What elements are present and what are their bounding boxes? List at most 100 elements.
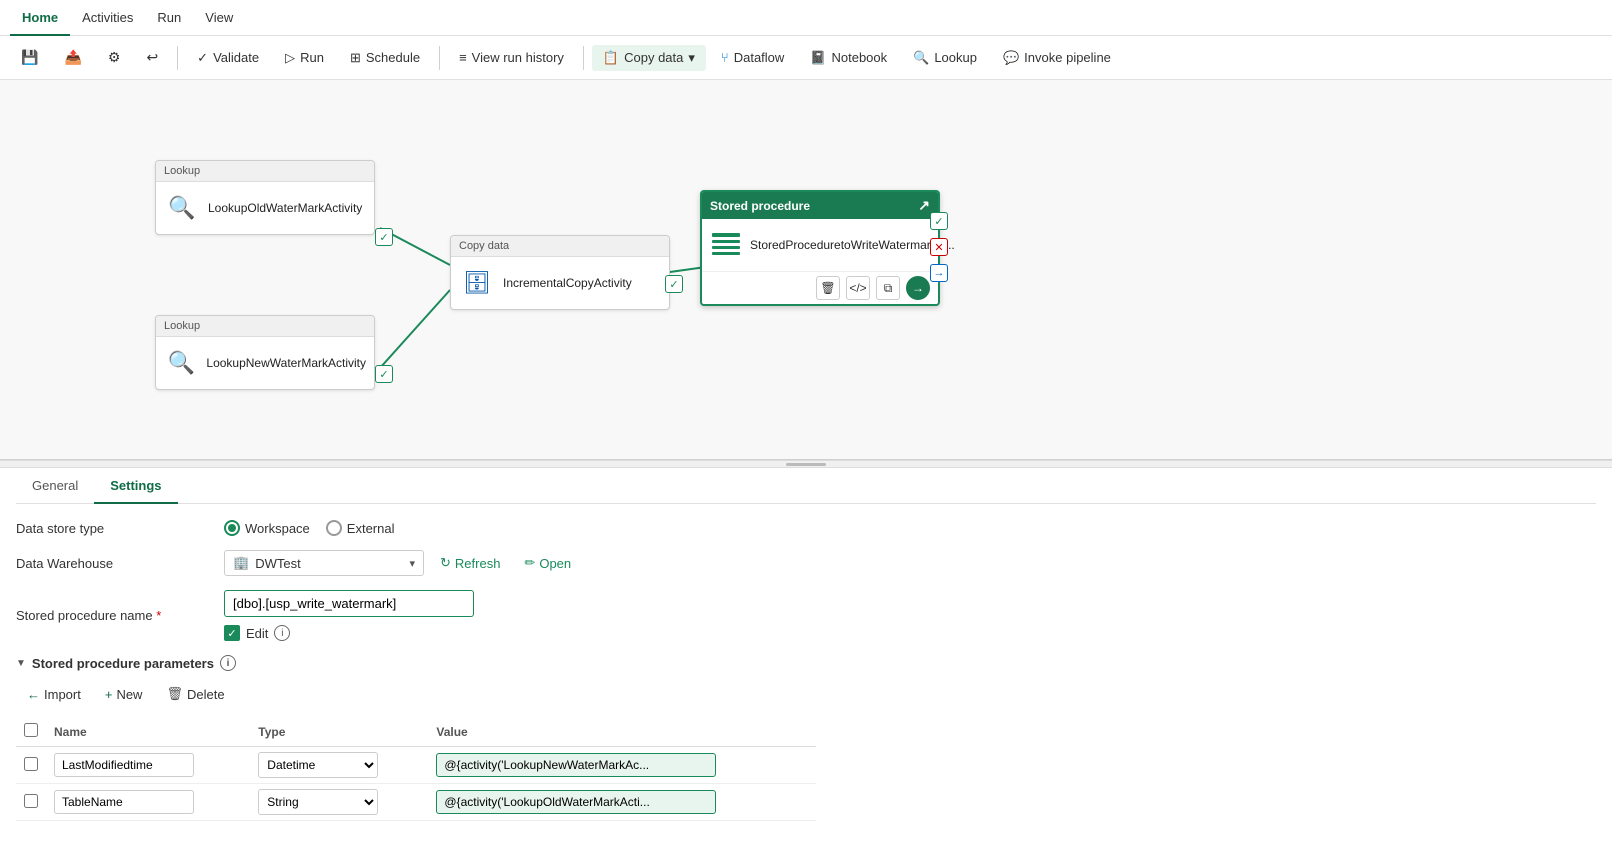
param-row-1-checkbox[interactable] [24, 794, 38, 808]
toolbar-sep-3 [583, 46, 584, 70]
sp-copy-button[interactable]: ⧉ [876, 276, 900, 300]
param-row-1-value-cell [428, 784, 816, 821]
copydata-node[interactable]: Copy data 🗄 IncrementalCopyActivity [450, 235, 670, 310]
sp-body: StoredProceduretoWriteWatermarkA... [702, 219, 938, 271]
sp-icon [710, 227, 742, 263]
col-value-header: Value [428, 717, 816, 747]
lookup1-label: LookupOldWaterMarkActivity [208, 201, 362, 215]
sp-delete-button[interactable]: 🗑 [816, 276, 840, 300]
publish-button[interactable]: 📤 [53, 44, 92, 71]
sp-code-button[interactable]: </> [846, 276, 870, 300]
sp-fail-indicator: ✕ [930, 238, 948, 256]
param-row-0-value-input[interactable] [436, 753, 716, 777]
notebook-label: Notebook [831, 50, 887, 65]
lookup-button[interactable]: 🔍 Lookup [902, 45, 988, 71]
sp-header: Stored procedure ↗ [702, 192, 938, 219]
data-warehouse-value: DWTest [255, 556, 403, 571]
param-row-1-name-input[interactable] [54, 790, 194, 814]
view-run-history-button[interactable]: ≡ View run history [448, 45, 575, 70]
param-row-0-type-cell: Datetime [250, 747, 428, 784]
open-label: Open [539, 556, 571, 571]
refresh-button[interactable]: ↻ Refresh [432, 551, 508, 575]
invoke-pipeline-button[interactable]: 💬 Invoke pipeline [992, 45, 1122, 71]
sp-edit-row: ✓ Edit i [224, 625, 474, 641]
sp-actions: 🗑 </> ⧉ → [702, 271, 938, 304]
lookup1-success-indicator: ✓ [375, 228, 393, 246]
refresh-label: Refresh [455, 556, 501, 571]
sp-name-required: * [156, 608, 161, 623]
col-name-header: Name [46, 717, 250, 747]
data-warehouse-row: Data Warehouse 🏢 DWTest ▾ ↻ Refresh ✏ Op… [16, 550, 1596, 576]
param-row-1-name-cell [46, 784, 250, 821]
radio-external[interactable]: External [326, 520, 395, 536]
canvas-divider[interactable] [0, 460, 1612, 468]
sp-edit-checkbox[interactable]: ✓ [224, 625, 240, 641]
settings-icon: ⚙ [108, 49, 121, 66]
param-row-0-name-input[interactable] [54, 753, 194, 777]
param-row-0-type-select[interactable]: Datetime [258, 752, 378, 778]
invoke-pipeline-icon: 💬 [1003, 50, 1019, 66]
new-param-button[interactable]: + New [94, 682, 154, 707]
delete-label: Delete [187, 687, 225, 702]
param-row-1: String [16, 784, 816, 821]
sp-skip-indicator: → [930, 264, 948, 282]
toolbar-sep-2 [439, 46, 440, 70]
tab-settings[interactable]: Settings [94, 468, 177, 503]
param-row-1-value-input[interactable] [436, 790, 716, 814]
select-all-checkbox[interactable] [24, 723, 38, 737]
tab-general[interactable]: General [16, 468, 94, 503]
sp-params-header[interactable]: ▼ Stored procedure parameters i [16, 655, 1596, 671]
schedule-label: Schedule [366, 50, 420, 65]
delete-param-button[interactable]: 🗑 Delete [155, 681, 235, 707]
radio-workspace-label: Workspace [245, 521, 310, 536]
undo-icon: ↩ [146, 49, 158, 66]
menu-item-run[interactable]: Run [145, 0, 193, 36]
dataflow-icon: ⑂ [721, 50, 729, 65]
dataflow-button[interactable]: ⑂ Dataflow [710, 45, 795, 70]
data-warehouse-control: 🏢 DWTest ▾ ↻ Refresh ✏ Open [224, 550, 579, 576]
validate-label: Validate [213, 50, 259, 65]
toolbar: 💾 📤 ⚙ ↩ ✓ Validate ▷ Run ⊞ Schedule ≡ Vi… [0, 36, 1612, 80]
menu-item-activities[interactable]: Activities [70, 0, 145, 36]
sp-name-label: Stored procedure name * [16, 608, 216, 623]
sp-node[interactable]: Stored procedure ↗ StoredProceduretoWrit… [700, 190, 940, 306]
sp-edit-info-icon: i [274, 625, 290, 641]
save-button[interactable]: 💾 [10, 44, 49, 71]
data-store-type-control: Workspace External [224, 520, 395, 536]
copydata-body: 🗄 IncrementalCopyActivity [451, 257, 669, 309]
settings-button[interactable]: ⚙ [97, 44, 132, 71]
canvas[interactable]: Lookup 🔍 LookupOldWaterMarkActivity ✓ Lo… [0, 80, 1612, 460]
sp-name-input[interactable] [224, 590, 474, 617]
lookup2-success-indicator: ✓ [375, 365, 393, 383]
menu-item-view[interactable]: View [193, 0, 245, 36]
params-chevron-icon: ▼ [16, 658, 26, 669]
dataflow-label: Dataflow [734, 50, 785, 65]
data-warehouse-dropdown[interactable]: 🏢 DWTest ▾ [224, 550, 424, 576]
sp-go-button[interactable]: → [906, 276, 930, 300]
tabs-row: General Settings [16, 468, 1596, 504]
copydata-icon: 🗄 [459, 265, 495, 301]
lookup2-label: LookupNewWaterMarkActivity [206, 356, 366, 370]
undo-button[interactable]: ↩ [135, 44, 169, 71]
refresh-icon: ↻ [440, 555, 451, 571]
open-icon: ✏ [524, 555, 535, 571]
notebook-button[interactable]: 📓 Notebook [799, 45, 898, 71]
radio-workspace[interactable]: Workspace [224, 520, 310, 536]
params-table-head: Name Type Value [16, 717, 816, 747]
open-button[interactable]: ✏ Open [516, 551, 579, 575]
menu-item-home[interactable]: Home [10, 0, 70, 36]
sp-label: StoredProceduretoWriteWatermarkA... [750, 238, 955, 252]
param-row-1-type-select[interactable]: String [258, 789, 378, 815]
validate-check-icon: ✓ [197, 50, 208, 66]
schedule-button[interactable]: ⊞ Schedule [339, 45, 431, 71]
param-row-0-checkbox[interactable] [24, 757, 38, 771]
save-icon: 💾 [21, 49, 38, 66]
run-button[interactable]: ▷ Run [274, 45, 335, 71]
validate-button[interactable]: ✓ Validate [186, 45, 270, 71]
import-icon: ← [27, 687, 40, 702]
lookup2-node[interactable]: Lookup 🔍 LookupNewWaterMarkActivity [155, 315, 375, 390]
copy-data-button[interactable]: 📋 Copy data ▾ [592, 45, 706, 71]
lookup1-node[interactable]: Lookup 🔍 LookupOldWaterMarkActivity [155, 160, 375, 235]
params-toolbar: ← Import + New 🗑 Delete [16, 681, 1596, 707]
import-button[interactable]: ← Import [16, 682, 92, 707]
